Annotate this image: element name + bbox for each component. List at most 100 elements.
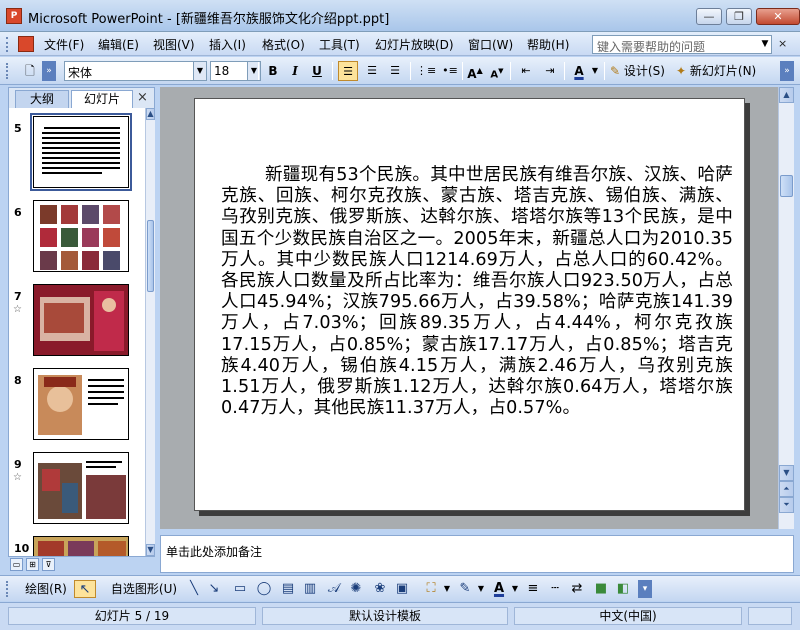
status-template[interactable]: 默认设计模板 (262, 607, 508, 625)
previous-slide-icon[interactable]: ⏶ (779, 481, 794, 497)
toolbar-separator (462, 62, 463, 80)
increase-indent-icon[interactable]: ⇥ (540, 61, 560, 81)
bold-button[interactable]: B (264, 61, 282, 81)
menubar-grip[interactable] (6, 37, 9, 52)
scroll-thumb[interactable] (147, 220, 154, 292)
thumbnail-slide-7[interactable] (33, 284, 129, 356)
scroll-up-icon[interactable]: ▲ (146, 108, 155, 120)
minimize-button[interactable]: — (696, 8, 722, 25)
arrow-style-icon[interactable]: ⇄ (568, 580, 586, 598)
shadow-style-icon[interactable]: ■ (592, 580, 610, 598)
wordart-icon[interactable]: 𝒜 (326, 580, 342, 598)
slide-body-text[interactable]: 新疆现有53个民族。其中世居民族有维吾尔族、汉族、哈萨克族、回族、柯尔克孜族、蒙… (221, 165, 733, 419)
design-button[interactable]: ✎ 设计(S) (610, 61, 670, 81)
drawing-toolbar-options-icon[interactable]: ▾ (638, 580, 652, 598)
tab-outline[interactable]: 大纲 (15, 90, 69, 108)
font-color-dropdown-icon[interactable]: ▼ (510, 580, 520, 598)
thumbnail-slide-5[interactable] (30, 113, 132, 191)
autoshapes-menu-button[interactable]: 自选图形(U) (104, 580, 184, 598)
slide-scrollbar[interactable]: ▲ ▼ ⏶ ⏷ (778, 87, 794, 529)
font-name-field[interactable]: 宋体 (64, 61, 194, 81)
thumbnail-slide-9[interactable] (33, 452, 129, 524)
menu-help[interactable]: 帮助(H) (527, 36, 569, 53)
menu-format[interactable]: 格式(O) (262, 36, 305, 53)
new-slide-button[interactable]: ✦ 新幻灯片(N) (676, 61, 766, 81)
help-dropdown-icon[interactable]: ▼ (758, 35, 772, 54)
align-left-icon[interactable]: ☰ (338, 61, 358, 81)
scroll-down-icon[interactable]: ▼ (779, 465, 794, 481)
toolbar-options-icon[interactable]: » (42, 61, 56, 81)
current-slide[interactable]: 新疆现有53个民族。其中世居民族有维吾尔族、汉族、哈萨克族、回族、柯尔克孜族、蒙… (194, 98, 745, 511)
font-name-dropdown-icon[interactable]: ▼ (194, 61, 207, 81)
diagram-icon[interactable]: ✺ (348, 580, 364, 598)
pane-close-icon[interactable]: × (137, 90, 148, 105)
italic-button[interactable]: I (286, 61, 304, 81)
dash-style-icon[interactable]: ┄ (546, 580, 564, 598)
close-button[interactable]: ✕ (756, 8, 800, 25)
line-color-icon[interactable]: ✎ (456, 580, 474, 598)
increase-font-icon[interactable]: A▲ (466, 61, 484, 81)
thumbnail-scrollbar[interactable]: ▲ ▼ (145, 108, 155, 556)
picture-icon[interactable]: ▣ (394, 580, 410, 598)
document-icon[interactable] (18, 36, 34, 52)
thumbnail-slide-6[interactable] (33, 200, 129, 272)
fill-color-icon[interactable]: ⛶ (422, 580, 440, 598)
help-search-input[interactable]: 键入需要帮助的问题 (592, 35, 772, 54)
select-objects-icon[interactable]: ↖ (74, 580, 96, 598)
thumbnail-text-preview (42, 127, 120, 174)
slideshow-view-icon[interactable]: ⊽ (42, 558, 55, 571)
text-box-icon[interactable]: ▤ (280, 580, 296, 598)
drawing-toolbar-grip[interactable] (6, 581, 9, 597)
decrease-indent-icon[interactable]: ⇤ (516, 61, 536, 81)
rectangle-icon[interactable]: ▭ (232, 580, 248, 598)
notes-pane[interactable]: 单击此处添加备注 (160, 535, 794, 573)
menu-edit[interactable]: 编辑(E) (98, 36, 139, 53)
clip-art-icon[interactable]: ❀ (372, 580, 388, 598)
thumbnail-slide-8[interactable] (33, 368, 129, 440)
powerpoint-app-icon[interactable]: P (6, 8, 22, 24)
thumbnail-photo-grid (40, 205, 120, 270)
thumbnail-slide-10[interactable] (33, 536, 129, 556)
scroll-up-icon[interactable]: ▲ (779, 87, 794, 103)
next-slide-icon[interactable]: ⏷ (779, 497, 794, 513)
menu-tools[interactable]: 工具(T) (319, 36, 360, 53)
decrease-font-icon[interactable]: A▼ (488, 61, 506, 81)
document-close-icon[interactable]: × (778, 37, 787, 50)
line-style-icon[interactable]: ≡ (524, 580, 542, 598)
drawing-toolbar: 绘图(R) ↖ 自选图形(U) ╲ ↘ ▭ ◯ ▤ ▥ 𝒜 ✺ ❀ ▣ ⛶ ▼ … (0, 575, 800, 601)
scroll-down-icon[interactable]: ▼ (146, 544, 155, 556)
menu-window[interactable]: 窗口(W) (468, 36, 513, 53)
line-color-dropdown-icon[interactable]: ▼ (476, 580, 486, 598)
menu-slideshow[interactable]: 幻灯片放映(D) (375, 36, 454, 53)
arrow-icon[interactable]: ↘ (206, 580, 222, 598)
scroll-thumb[interactable] (780, 175, 793, 197)
font-size-field[interactable]: 18 (210, 61, 248, 81)
align-right-icon[interactable]: ☰ (385, 61, 405, 81)
font-color-icon[interactable]: A (490, 580, 508, 598)
toolbar-grip[interactable] (6, 63, 9, 79)
draw-menu-button[interactable]: 绘图(R) (18, 580, 74, 598)
oval-icon[interactable]: ◯ (256, 580, 272, 598)
menu-insert[interactable]: 插入(I) (209, 36, 246, 53)
font-color-icon[interactable]: A (570, 61, 588, 81)
align-center-icon[interactable]: ☰ (362, 61, 382, 81)
font-color-dropdown-icon[interactable]: ▼ (590, 61, 600, 81)
font-size-dropdown-icon[interactable]: ▼ (248, 61, 261, 81)
line-icon[interactable]: ╲ (186, 580, 202, 598)
3d-style-icon[interactable]: ◧ (614, 580, 632, 598)
thumbnail-photo-text (38, 461, 126, 519)
toolbar-more-icon[interactable]: » (780, 61, 794, 81)
menu-file[interactable]: 文件(F) (44, 36, 84, 53)
restore-button[interactable]: ❐ (726, 8, 752, 25)
bullets-icon[interactable]: •≡ (440, 61, 460, 81)
fill-color-dropdown-icon[interactable]: ▼ (442, 580, 452, 598)
menu-view[interactable]: 视图(V) (153, 36, 195, 53)
slide-sorter-view-icon[interactable]: ⊞ (26, 558, 39, 571)
numbering-icon[interactable]: ⋮≡ (416, 61, 436, 81)
normal-view-icon[interactable]: ▭ (10, 558, 23, 571)
underline-button[interactable]: U (308, 61, 326, 81)
new-document-icon[interactable]: 🗋 (20, 61, 40, 81)
vertical-text-box-icon[interactable]: ▥ (302, 580, 318, 598)
tab-slides[interactable]: 幻灯片 (71, 90, 133, 108)
slides-pane: 大纲 幻灯片 × 5 6 7 ☆ 8 9 ☆ 10 ▲ ▼ (8, 87, 155, 557)
